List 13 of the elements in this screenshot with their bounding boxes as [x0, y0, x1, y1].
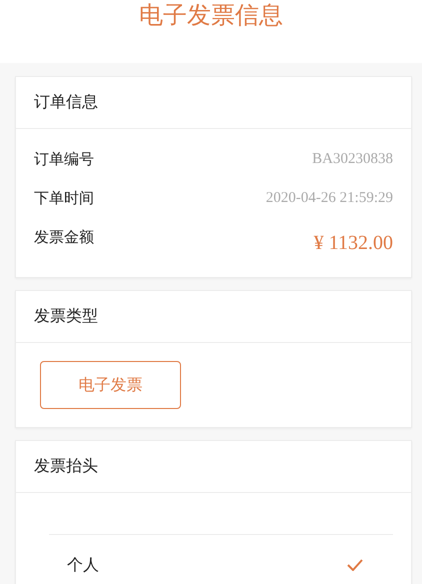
option-label: 个人 [67, 554, 99, 576]
field-label: 订单编号 [34, 149, 94, 170]
field-value: BA30230838 [312, 150, 393, 169]
field-label: 发票金额 [34, 227, 94, 248]
section-title: 发票类型 [34, 306, 98, 327]
field-value: 2020-04-26 21:59:29 [266, 189, 393, 208]
field-label: 下单时间 [34, 188, 94, 209]
page-title: 电子发票信息 [139, 1, 283, 29]
amount-value: ¥ 1132.00 [314, 231, 393, 255]
check-icon [347, 559, 363, 571]
header-option[interactable]: 个人 [49, 534, 393, 584]
section-title: 发票抬头 [34, 456, 98, 477]
section-title: 订单信息 [34, 92, 98, 113]
